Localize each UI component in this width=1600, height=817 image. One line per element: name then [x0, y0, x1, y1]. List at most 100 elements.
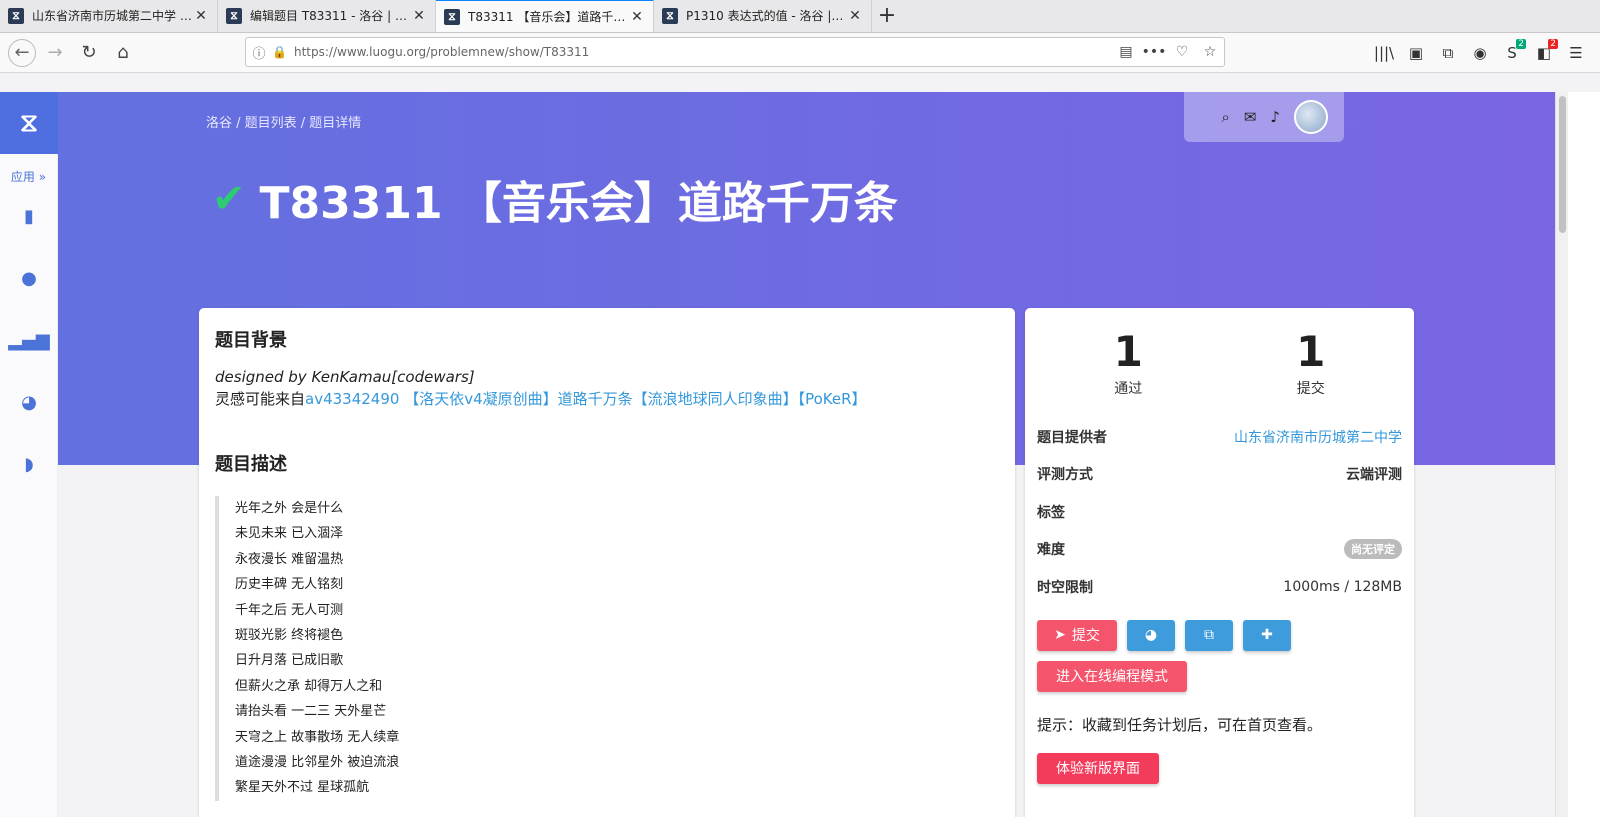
mail-icon[interactable]: ✉: [1244, 108, 1257, 126]
poem-line: 天穹之上 故事散场 无人续章: [235, 729, 400, 745]
action-buttons: ➤ 提交 ◕ ⧉ ✚: [1037, 619, 1402, 651]
search-icon[interactable]: ⌕: [1221, 108, 1229, 126]
stat-number: 1: [1113, 327, 1143, 376]
submit-label: 提交: [1071, 628, 1100, 644]
send-icon: ➤: [1054, 627, 1066, 643]
difficulty-badge: 尚无评定: [1344, 539, 1402, 560]
extension-badge: 2: [1516, 39, 1526, 49]
user-menu: ⌕ ✉ ♪: [1184, 92, 1344, 142]
poem-line: 日升月落 已成旧歌: [235, 653, 344, 669]
sidebar-icon[interactable]: ▣: [1400, 37, 1432, 69]
book-icon[interactable]: ▮: [0, 185, 58, 247]
avatar[interactable]: [1294, 100, 1328, 134]
description-heading: 题目描述: [215, 454, 287, 475]
pie-icon[interactable]: ◕: [0, 371, 58, 433]
scrollbar[interactable]: [1555, 92, 1568, 817]
inspiration-line: 灵感可能来自av43342490 【洛天依v4凝原创曲】道路千万条【流浪地球同人…: [215, 388, 999, 410]
pocket-icon[interactable]: ♡: [1168, 44, 1196, 60]
reload-icon[interactable]: ↻: [74, 38, 104, 68]
library-icon[interactable]: |||\: [1368, 37, 1400, 69]
close-icon[interactable]: ✕: [411, 8, 427, 24]
reader-view-icon[interactable]: ▤: [1112, 44, 1140, 60]
problem-card: 题目背景 designed by KenKamau[codewars] 灵感可能…: [199, 308, 1015, 817]
tags-icon: ⧉: [1204, 627, 1214, 643]
poem-line: 光年之外 会是什么: [235, 501, 344, 516]
info-list: 题目提供者 山东省济南市历城第二中学 评测方式 云端评测 标签 难度 尚无评定 …: [1037, 418, 1402, 606]
tab-title: 山东省济南市历城第二中学 - 目: [32, 9, 193, 23]
poem-line: 请抬头看 一二三 天外星芒: [235, 704, 387, 720]
url-text[interactable]: https://www.luogu.org/problemnew/show/T8…: [294, 45, 1112, 59]
poem-line: 未见未来 已入涸泽: [235, 526, 344, 542]
menu-icon[interactable]: ☰: [1560, 37, 1592, 69]
lightbulb-icon[interactable]: ●: [0, 247, 58, 309]
problem-title: T83311 【音乐会】道路千万条: [259, 178, 898, 229]
info-row-difficulty: 难度 尚无评定: [1037, 531, 1402, 569]
close-icon[interactable]: ✕: [193, 8, 209, 24]
luogu-favicon-icon: ⧖: [662, 7, 678, 24]
tab-title: 编辑题目 T83311 - 洛谷 | 计算: [250, 9, 411, 23]
bell-icon[interactable]: ♪: [1270, 108, 1280, 126]
poem-block: 光年之外 会是什么 未见未来 已入涸泽 永夜漫长 难留温热 历史丰碑 无人铭刻 …: [215, 496, 999, 801]
lock-icon: 🔒: [272, 45, 287, 59]
info-row-tags: 标签: [1037, 493, 1402, 531]
poem-line: 历史丰碑 无人铭刻: [235, 577, 344, 593]
poem-line: 繁星天外不过 星球孤航: [235, 780, 370, 796]
new-tab-button[interactable]: +: [872, 0, 902, 32]
inspiration-link[interactable]: av43342490 【洛天依v4凝原创曲】道路千万条【流浪地球同人印象曲】【P…: [305, 390, 867, 408]
close-icon[interactable]: ✕: [629, 9, 645, 25]
profile-icon[interactable]: ◉: [1464, 37, 1496, 69]
check-icon: ✔: [212, 176, 246, 222]
tab-title: T83311 【音乐会】道路千万条: [468, 10, 629, 24]
luogu-favicon-icon: ⧖: [226, 7, 242, 24]
browser-toolbar: ← → ↻ ⌂ ⓘ 🔒 https://www.luogu.org/proble…: [0, 33, 1600, 73]
add-button[interactable]: ✚: [1243, 619, 1291, 651]
home-icon[interactable]: ⌂: [108, 38, 138, 68]
info-key: 评测方式: [1037, 467, 1093, 484]
info-row-judge: 评测方式 云端评测: [1037, 456, 1402, 494]
statistics-button[interactable]: ◕: [1127, 619, 1175, 651]
address-bar[interactable]: ⓘ 🔒 https://www.luogu.org/problemnew/sho…: [245, 37, 1225, 67]
info-row-provider: 题目提供者 山东省济南市历城第二中学: [1037, 418, 1402, 456]
signal-icon[interactable]: ▂▄▆: [0, 309, 58, 371]
poem-line: 斑驳光影 终将褪色: [235, 628, 344, 644]
problem-info-card: 1 通过 1 提交 题目提供者 山东省济南市历城第二中学 评测方式 云端评测 标…: [1025, 308, 1414, 817]
apps-toggle[interactable]: 应用 »: [0, 168, 57, 185]
tags-button[interactable]: ⧉: [1185, 619, 1233, 651]
close-icon[interactable]: ✕: [847, 8, 863, 24]
scrollbar-thumb[interactable]: [1559, 96, 1566, 233]
crop-icon[interactable]: ⧉: [1432, 37, 1464, 69]
tab-edit-problem[interactable]: ⧖ 编辑题目 T83311 - 洛谷 | 计算 ✕: [218, 0, 436, 32]
online-ide-button[interactable]: 进入在线编程模式: [1037, 660, 1187, 692]
provider-link[interactable]: 山东省济南市历城第二中学: [1234, 427, 1402, 447]
page-title: ✔ T83311 【音乐会】道路千万条: [212, 167, 898, 231]
plus-icon: ✚: [1261, 627, 1273, 643]
stat-number: 1: [1296, 327, 1326, 376]
breadcrumb[interactable]: 洛谷 / 题目列表 / 题目详情: [206, 112, 361, 131]
info-value: 云端评测: [1346, 467, 1402, 484]
info-key: 题目提供者: [1037, 429, 1107, 446]
luogu-favicon-icon: ⧖: [444, 8, 460, 25]
stat-label: 提交: [1296, 381, 1325, 397]
tab-school[interactable]: ⧖ 山东省济南市历城第二中学 - 目 ✕: [0, 0, 218, 32]
poem-line: 千年之后 无人可测: [235, 602, 344, 618]
browser-tab-bar: ⧖ 山东省济南市历城第二中学 - 目 ✕ ⧖ 编辑题目 T83311 - 洛谷 …: [0, 0, 1600, 33]
page-right-gutter: [1568, 92, 1600, 817]
back-icon[interactable]: ←: [8, 38, 36, 67]
page-content: ⧖ 应用 » ▮ ● ▂▄▆ ◕ ◗ 洛谷 / 题目列表 / 题目详情 ⌕ ✉ …: [0, 92, 1555, 817]
info-key: 标签: [1037, 504, 1065, 521]
tab-problem-t83311[interactable]: ⧖ T83311 【音乐会】道路千万条 ✕: [436, 0, 654, 32]
tab-p1310[interactable]: ⧖ P1310 表达式的值 - 洛谷 | 计算 ✕: [654, 0, 872, 32]
pie-chart-icon: ◕: [1144, 627, 1158, 643]
more-actions-icon[interactable]: •••: [1140, 44, 1168, 60]
new-ui-button[interactable]: 体验新版界面: [1037, 752, 1159, 784]
bookmark-star-icon[interactable]: ☆: [1196, 44, 1224, 60]
chat-icon[interactable]: ◗: [0, 433, 58, 495]
luogu-logo-icon[interactable]: ⧖: [0, 92, 58, 154]
stat-submitted: 1 提交: [1296, 330, 1325, 398]
submit-button[interactable]: ➤ 提交: [1037, 619, 1117, 651]
info-icon[interactable]: ⓘ: [246, 43, 272, 62]
stats-row: 1 通过 1 提交: [1037, 330, 1402, 398]
extension-s-icon[interactable]: S2: [1496, 37, 1528, 69]
extension-icon[interactable]: ◧ 2: [1528, 37, 1560, 69]
forward-icon[interactable]: →: [40, 38, 70, 68]
